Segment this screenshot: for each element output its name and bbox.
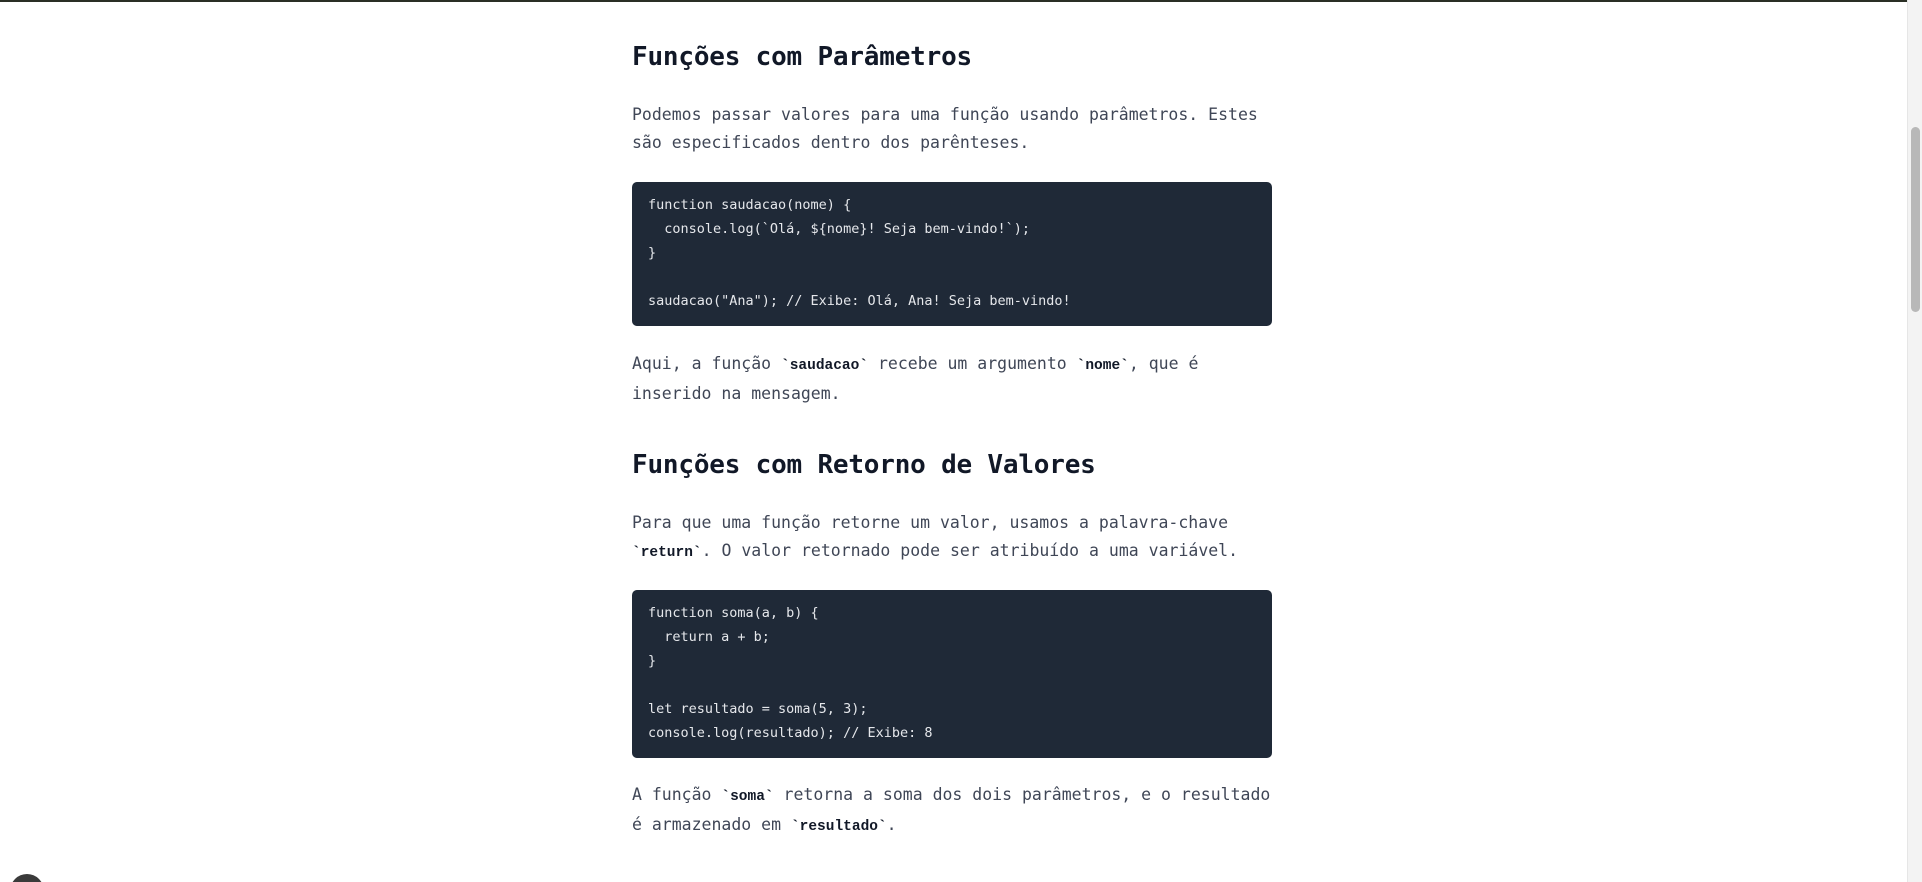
code-block-soma: function soma(a, b) { return a + b; } le… <box>632 590 1272 758</box>
inline-code-nome: `nome` <box>1076 358 1129 374</box>
inline-code-return: `return` <box>632 545 702 561</box>
text-span: A função <box>632 785 722 804</box>
inline-code-soma: `soma` <box>721 789 774 805</box>
inline-code-resultado: `resultado` <box>790 819 887 835</box>
text-span: . <box>886 815 897 834</box>
heading-funcoes-com-retorno: Funções com Retorno de Valores <box>632 450 1096 480</box>
vertical-scrollbar[interactable] <box>1907 0 1922 882</box>
code-soma: function soma(a, b) { return a + b; } le… <box>648 605 933 741</box>
heading-funcoes-com-parametros: Funções com Parâmetros <box>632 42 972 72</box>
floating-widget-button[interactable] <box>10 874 44 882</box>
code-block-saudacao: function saudacao(nome) { console.log(`O… <box>632 182 1272 326</box>
paragraph-saudacao-explanation: Aqui, a função `saudacao` recebe um argu… <box>632 350 1274 408</box>
code-saudacao: function saudacao(nome) { console.log(`O… <box>648 197 1071 309</box>
window-top-border <box>0 0 1922 2</box>
scrollbar-thumb[interactable] <box>1911 127 1920 312</box>
paragraph-retorno-intro: Para que uma função retorne um valor, us… <box>632 509 1274 567</box>
paragraph-parametros-intro: Podemos passar valores para uma função u… <box>632 105 1258 152</box>
paragraph-soma-explanation: A função `soma` retorna a soma dos dois … <box>632 781 1274 841</box>
text-span: recebe um argumento <box>868 354 1077 373</box>
inline-code-saudacao: `saudacao` <box>781 358 869 374</box>
text-span: Aqui, a função <box>632 354 782 373</box>
text-span: Para que uma função retorne um valor, us… <box>632 513 1229 532</box>
text-span: . O valor retornado pode ser atribuído a… <box>701 541 1239 560</box>
